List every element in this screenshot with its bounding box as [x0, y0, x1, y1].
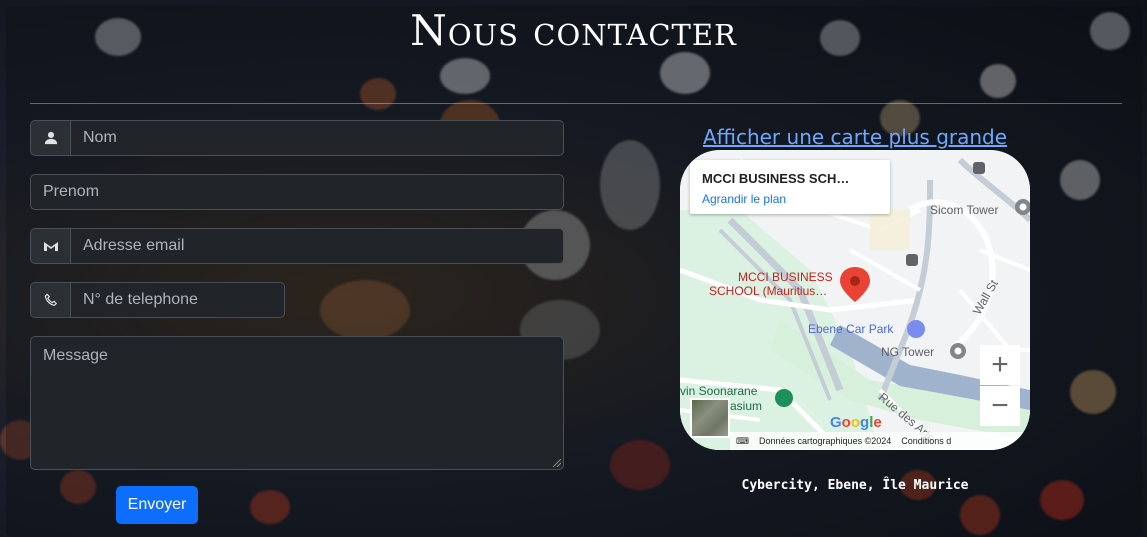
page-title: Nous contacter — [410, 6, 737, 55]
map-label-gym-2: asium — [730, 399, 763, 413]
satellite-thumbnail[interactable] — [690, 398, 730, 438]
divider — [30, 103, 1122, 104]
map-label-ng-tower: NG Tower — [881, 345, 935, 359]
map-label-carpark: Ebene Car Park — [808, 322, 894, 336]
email-input-group: Adresse email — [30, 228, 564, 264]
submit-button[interactable]: Envoyer — [116, 486, 198, 524]
map-data-attribution: Données cartographiques ©2024 — [759, 436, 892, 446]
place-name: MCCI BUSINESS SCH… — [702, 171, 850, 186]
message-placeholder: Message — [43, 347, 108, 364]
address-text: Cybercity, Ebene, Île Maurice — [741, 478, 969, 493]
prenom-input-group: Prenom — [30, 174, 564, 210]
map-label-sicom: Sicom Tower — [930, 203, 999, 217]
user-icon — [30, 120, 70, 156]
google-logo: Google — [830, 414, 882, 431]
zoom-out-button[interactable]: − — [980, 386, 1020, 426]
place-card: MCCI BUSINESS SCH… Agrandir le plan — [690, 160, 890, 214]
resize-handle[interactable] — [553, 459, 561, 467]
larger-map-link[interactable]: Afficher une carte plus grande — [680, 125, 1030, 149]
map-pin-label-1: MCCI BUSINESS — [738, 270, 833, 284]
phone-icon — [30, 282, 70, 318]
email-input[interactable]: Adresse email — [70, 228, 564, 264]
message-textarea[interactable]: Message — [30, 336, 564, 470]
map-embed[interactable]: MCCI BUSINESS SCHOOL (Mauritius… Sicom T… — [680, 150, 1030, 450]
zoom-in-button[interactable]: + — [980, 345, 1020, 385]
enlarge-map-link[interactable]: Agrandir le plan — [702, 192, 786, 206]
map-attribution-bar: ⌨ Données cartographiques ©2024 Conditio… — [730, 432, 1030, 450]
name-input-group: Nom — [30, 120, 564, 156]
terms-link[interactable]: Conditions d — [901, 436, 951, 446]
map-pin-label-2: SCHOOL (Mauritius… — [709, 284, 828, 298]
prenom-input[interactable]: Prenom — [30, 174, 564, 210]
keyboard-icon[interactable]: ⌨ — [736, 436, 749, 447]
nom-input[interactable]: Nom — [70, 120, 564, 156]
gmail-icon — [30, 228, 70, 264]
map-label-gym-1: vin Soonarane — [680, 384, 758, 398]
phone-input-group: N° de telephone — [30, 282, 285, 318]
phone-input[interactable]: N° de telephone — [70, 282, 285, 318]
